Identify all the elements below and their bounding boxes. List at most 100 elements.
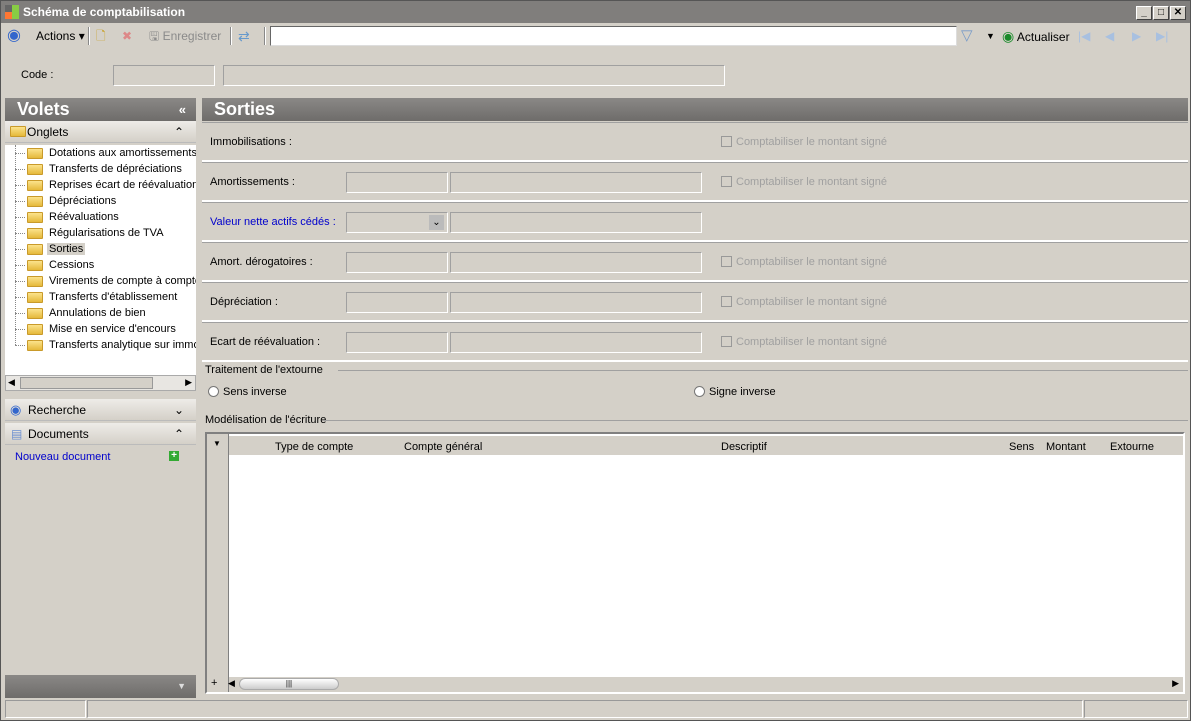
scroll-thumb[interactable] [20,377,153,389]
scroll-left-icon[interactable]: ◀ [228,678,235,689]
tree-item[interactable]: Régularisations de TVA [15,225,166,241]
new-document-link[interactable]: Nouveau document [15,451,110,463]
volets-header: Volets « [5,98,196,121]
account-label-input[interactable] [450,332,702,353]
radio-sens-inverse[interactable]: Sens inverse [208,386,287,398]
signed-amount-checkbox[interactable]: Comptabiliser le montant signé [721,336,887,348]
column-header[interactable]: Compte général [404,441,482,453]
checkbox-icon[interactable] [721,136,732,147]
tree-item[interactable]: Virements de compte à compte [14,273,196,289]
code-input[interactable] [113,65,215,86]
tree-item[interactable]: Annulations de bien [15,305,148,321]
signed-amount-checkbox[interactable]: Comptabiliser le montant signé [721,256,887,268]
column-header[interactable]: Sens [1009,441,1034,453]
next-icon[interactable]: ▶ [1132,25,1141,47]
signed-amount-checkbox[interactable]: Comptabiliser le montant signé [721,296,887,308]
target-icon[interactable]: ◉ [7,25,21,47]
filter-dropdown[interactable]: ▼ [986,25,995,47]
account-label-input[interactable] [450,212,702,233]
combo-dropdown-icon[interactable]: ⌄ [429,215,444,230]
chevron-up-icon[interactable]: ⌃ [174,423,184,445]
last-icon[interactable]: ▶| [1156,25,1168,47]
maximize-button[interactable]: □ [1153,6,1169,20]
radio-signe-inverse[interactable]: Signe inverse [694,386,776,398]
account-code-input[interactable] [346,292,448,313]
documents-label: Documents [28,427,89,441]
code-description-input[interactable] [223,65,725,86]
actions-label: Actions [36,29,76,43]
account-label-input[interactable] [450,252,702,273]
dropdown-icon[interactable]: ▼ [177,681,186,691]
tree-item[interactable]: Dotations aux amortissements [15,145,196,161]
account-label-input[interactable] [450,172,702,193]
form-row: Amort. dérogatoires : Comptabiliser le mo… [202,242,1188,282]
scroll-thumb[interactable]: ||| [239,678,339,690]
checkbox-label: Comptabiliser le montant signé [736,136,888,148]
collapse-icon[interactable]: « [179,98,186,121]
account-code-input[interactable] [346,252,448,273]
tree-item-label: Transferts de dépréciations [49,163,182,175]
column-header[interactable]: Type de compte [275,441,353,453]
scroll-right-icon[interactable]: ▶ [185,377,192,388]
onglets-header[interactable]: Onglets ⌃ [5,121,196,143]
minimize-button[interactable]: _ [1136,6,1152,20]
new-icon[interactable]: 🗋 [96,25,106,47]
tree-item[interactable]: Sorties [14,241,86,257]
sync-icon[interactable]: ⇄ [238,25,250,47]
recherche-header[interactable]: ◉ Recherche ⌄ [5,399,196,421]
row-label: Valeur nette actifs cédés : [210,216,336,228]
signed-amount-checkbox[interactable]: Comptabiliser le montant signé [721,136,887,148]
checkbox-icon[interactable] [721,336,732,347]
column-header[interactable]: Descriptif [721,441,767,453]
status-panel [1084,700,1188,718]
checkbox-icon[interactable] [721,176,732,187]
account-code-input[interactable] [346,332,448,353]
signed-amount-checkbox[interactable]: Comptabiliser le montant signé [721,176,887,188]
checkbox-icon[interactable] [721,296,732,307]
delete-icon[interactable]: ✖ [122,25,132,47]
form-row: Amortissements : Comptabiliser le montant… [202,162,1188,202]
tree-item-label: Transferts d'établissement [49,291,178,303]
first-icon[interactable]: |◀ [1078,25,1090,47]
tree-scrollbar[interactable]: ◀ ▶ [5,375,196,391]
radio-icon[interactable] [208,386,219,397]
save-button[interactable]: 🖫 Enregistrer [149,25,221,47]
column-header[interactable]: Montant [1046,441,1086,453]
tree-line [15,145,16,345]
more-panels-bar[interactable]: ▼ [5,675,196,698]
account-code-input[interactable] [346,172,448,193]
tree-item[interactable]: Réévaluations [15,209,121,225]
scroll-left-icon[interactable]: ◀ [8,377,15,388]
divider [323,420,1188,421]
previous-icon[interactable]: ◀ [1105,25,1114,47]
grid-scrollbar[interactable]: + ◀ ||| ▶ [211,677,1183,692]
tree-item[interactable]: Mise en service d'encours [15,321,178,337]
grid-menu-icon[interactable]: ▼ [213,439,221,448]
add-document-icon[interactable]: + [169,451,179,461]
tree-item[interactable]: Transferts de dépréciations [15,161,184,177]
actions-menu[interactable]: Actions ▾ [36,25,85,47]
refresh-button[interactable]: ◉ Actualiser [1002,25,1070,47]
column-header[interactable]: Extourne [1110,441,1154,453]
scroll-right-icon[interactable]: ▶ [1172,678,1179,689]
tree-item[interactable]: Reprises écart de réévaluation [14,177,196,193]
tree-item[interactable]: Transferts analytique sur immo [15,337,196,353]
search-target-icon: ◉ [10,402,22,417]
grid-header: Type de compte Compte général Descriptif Se… [229,436,1183,455]
tree-item[interactable]: Dépréciations [14,193,118,209]
search-input[interactable] [270,26,957,46]
checkbox-icon[interactable] [721,256,732,267]
tree-item[interactable]: Transferts d'établissement [14,289,179,305]
chevron-up-icon[interactable]: ⌃ [174,121,184,143]
chevron-down-icon[interactable]: ⌄ [174,399,184,421]
folder-icon [27,339,43,351]
close-button[interactable]: ✕ [1170,6,1186,20]
tree-item[interactable]: Cessions [14,257,96,273]
folder-icon [27,179,43,191]
radio-icon[interactable] [694,386,705,397]
account-label-input[interactable] [450,292,702,313]
add-row-icon[interactable]: + [211,677,217,689]
filter-icon[interactable]: ▽ [961,25,973,47]
refresh-label: Actualiser [1016,30,1070,44]
documents-header[interactable]: ▤ Documents ⌃ [5,423,196,445]
